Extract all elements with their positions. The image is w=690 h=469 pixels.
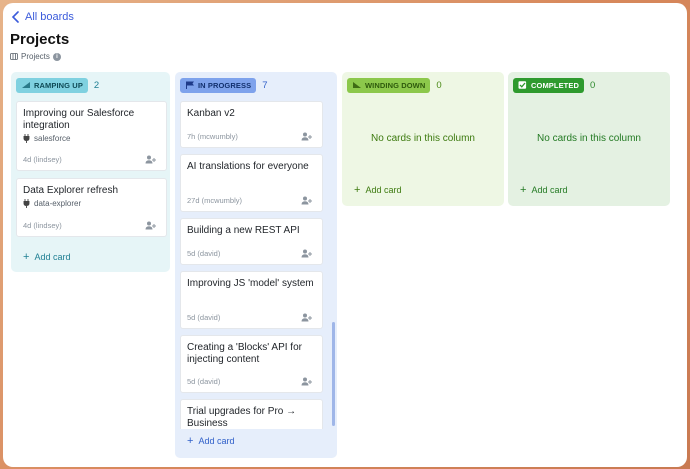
breadcrumb: Projects i [10, 52, 61, 61]
assign-user-icon[interactable] [301, 313, 312, 322]
status-badge-winding-down: WINDING DOWN [347, 77, 431, 93]
card-title: Kanban v2 [187, 108, 235, 119]
status-badge-in-progress: IN PROGRESS [180, 77, 257, 93]
card-title: Trial upgrades for Pro → Business [187, 406, 297, 429]
card[interactable]: Kanban v2 7h (mcwumbly) [180, 101, 323, 148]
card[interactable]: Improving JS 'model' system 5d (david) [180, 271, 323, 329]
card[interactable]: Building a new REST API 5d (david) [180, 218, 323, 265]
checkmark-icon [518, 81, 527, 89]
column-completed: COMPLETED 0 No cards in this column + Ad… [508, 72, 670, 206]
assign-user-icon[interactable] [145, 155, 156, 164]
card-meta: 4d (lindsey) [23, 155, 62, 164]
card-meta: 5d (david) [187, 313, 221, 322]
assign-user-icon[interactable] [145, 221, 156, 230]
plug-icon [23, 134, 30, 143]
plug-icon [23, 199, 30, 208]
status-badge-ramping-up: RAMPING UP [16, 77, 88, 93]
card[interactable]: Data Explorer refresh data-explorer 4d (… [16, 178, 167, 237]
plus-icon: + [520, 184, 527, 196]
column-ramping-up: RAMPING UP 2 Improving our Salesforce in… [11, 72, 170, 272]
card-tag-label: salesforce [34, 134, 71, 143]
card-meta: 27d (mcwumbly) [187, 196, 243, 205]
app-window: All boards Projects Projects i RAMPING U… [3, 3, 687, 467]
add-card-button[interactable]: + Add card [520, 184, 568, 196]
add-card-label: Add card [365, 185, 402, 195]
back-link-label: All boards [25, 11, 74, 23]
add-card-button[interactable]: + Add card [354, 184, 402, 196]
card-meta: 5d (david) [187, 249, 221, 258]
card[interactable]: Trial upgrades for Pro → Business [180, 399, 323, 429]
add-card-button[interactable]: + Add card [187, 435, 235, 447]
card-title: Building a new REST API [187, 225, 300, 236]
card-tag-label: data-explorer [34, 199, 82, 208]
card-title: Improving JS 'model' system [187, 278, 314, 289]
card-tag: salesforce [23, 134, 160, 143]
column-count: 0 [589, 79, 596, 91]
info-icon[interactable]: i [52, 52, 61, 61]
board-icon [10, 53, 18, 60]
empty-column-message: No cards in this column [371, 133, 475, 144]
breadcrumb-label: Projects [21, 52, 50, 61]
card[interactable]: Improving our Salesforce integration sal… [16, 101, 167, 171]
column-count: 0 [436, 79, 442, 91]
add-card-label: Add card [198, 436, 235, 446]
column-winding-down: WINDING DOWN 0 No cards in this column +… [342, 72, 504, 206]
assign-user-icon[interactable] [301, 196, 312, 205]
card-title: Creating a 'Blocks' API for injecting co… [187, 342, 302, 365]
wind-icon [353, 82, 361, 88]
chevron-left-icon [11, 11, 19, 23]
add-card-label: Add card [531, 185, 568, 195]
column-in-progress: IN PROGRESS 7 Kanban v2 7h (mcwumbly) AI… [175, 72, 337, 458]
empty-column-message: No cards in this column [537, 133, 641, 144]
card-meta: 7h (mcwumbly) [187, 132, 238, 141]
card-title: Improving our Salesforce integration [23, 108, 135, 131]
card-meta: 4d (lindsey) [23, 221, 62, 230]
column-count: 2 [93, 79, 100, 91]
add-card-button[interactable]: + Add card [23, 251, 71, 263]
card-meta: 5d (david) [187, 377, 221, 386]
column-label: WINDING DOWN [365, 80, 426, 90]
column-label: IN PROGRESS [198, 80, 252, 90]
plus-icon: + [354, 184, 361, 196]
status-badge-completed: COMPLETED [513, 77, 584, 93]
card-title: AI translations for everyone [187, 161, 309, 172]
flag-icon [186, 81, 194, 89]
assign-user-icon[interactable] [301, 249, 312, 258]
column-count: 7 [262, 79, 268, 91]
assign-user-icon[interactable] [301, 377, 312, 386]
card-tag: data-explorer [23, 199, 160, 208]
ramp-icon [22, 82, 30, 88]
add-card-label: Add card [34, 252, 71, 262]
card[interactable]: AI translations for everyone 27d (mcwumb… [180, 154, 323, 212]
page-title: Projects [10, 31, 70, 48]
card[interactable]: Creating a 'Blocks' API for injecting co… [180, 335, 323, 393]
column-label: RAMPING UP [34, 80, 83, 90]
plus-icon: + [187, 435, 194, 447]
plus-icon: + [23, 251, 30, 263]
column-scrollbar[interactable] [332, 322, 335, 426]
assign-user-icon[interactable] [301, 132, 312, 141]
all-boards-link[interactable]: All boards [11, 11, 74, 23]
column-label: COMPLETED [531, 80, 579, 90]
card-title: Data Explorer refresh [23, 185, 119, 196]
